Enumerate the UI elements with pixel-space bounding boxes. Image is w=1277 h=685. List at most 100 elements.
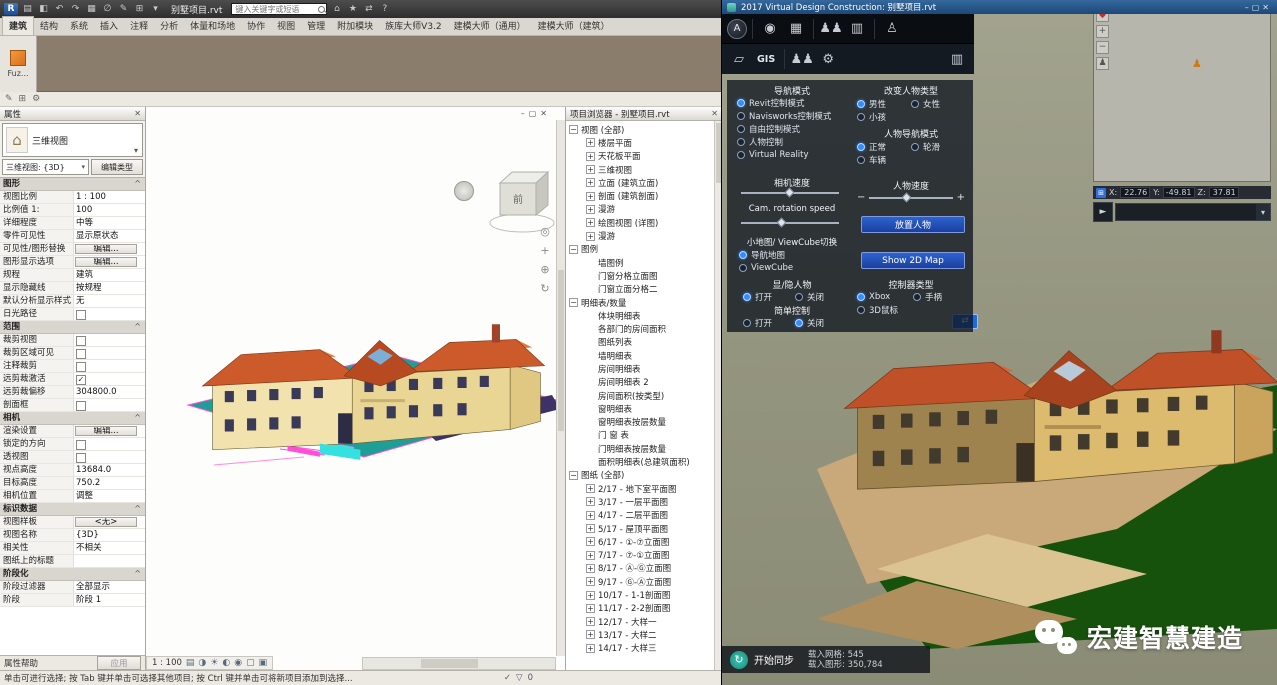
radio-option[interactable]: 手柄: [913, 290, 969, 303]
property-value[interactable]: [74, 334, 145, 346]
close-icon[interactable]: ✕: [540, 109, 551, 118]
crop-visibility-icon[interactable]: ▣: [259, 658, 268, 668]
close-icon[interactable]: ✕: [711, 109, 718, 118]
chevron-down-icon[interactable]: ▾: [134, 146, 139, 156]
property-value[interactable]: 304800.0: [74, 386, 145, 398]
tree-item[interactable]: 面积明细表(总建筑面积): [566, 455, 722, 468]
apply-button[interactable]: 应用: [97, 656, 141, 670]
tree-item[interactable]: 房间明细表: [566, 362, 722, 375]
scale-label[interactable]: 1 : 100: [152, 658, 182, 668]
radio-option[interactable]: Virtual Reality: [737, 148, 851, 161]
radio-option[interactable]: 轮滑: [911, 140, 965, 153]
detail-level-icon[interactable]: ▤: [186, 658, 195, 668]
tree-expander[interactable]: [586, 630, 595, 639]
tree-expander[interactable]: [586, 537, 595, 546]
shadows-icon[interactable]: ◐: [222, 658, 230, 668]
fuzor-launch-button[interactable]: Fuz...: [0, 36, 37, 92]
tree-item[interactable]: 11/17 - 2-2剖面图: [566, 602, 722, 615]
tree-item[interactable]: 三维视图: [566, 163, 722, 176]
tree-item[interactable]: 2/17 - 地下室平面图: [566, 482, 722, 495]
tree-item[interactable]: 图纸 (全部): [566, 469, 722, 482]
tree-item[interactable]: 图例: [566, 243, 722, 256]
radio-option[interactable]: 打开: [743, 316, 795, 329]
chevron-down-icon[interactable]: ▾: [1256, 204, 1270, 220]
tree-expander[interactable]: [569, 245, 578, 254]
check-icon[interactable]: ✓: [504, 673, 511, 683]
close-icon[interactable]: ✕: [1262, 3, 1272, 12]
tree-item[interactable]: 明细表/数量: [566, 296, 722, 309]
minimize-icon[interactable]: –: [1245, 3, 1252, 12]
swap-icon[interactable]: ⇄: [362, 4, 375, 14]
tree-item[interactable]: 窗明细表按层数量: [566, 416, 722, 429]
pan-icon[interactable]: +: [540, 244, 549, 257]
tree-item[interactable]: 门明细表按层数量: [566, 442, 722, 455]
grid-tool-icon[interactable]: ⊞: [19, 94, 27, 104]
dropdown-icon[interactable]: ▾: [149, 4, 162, 14]
tree-item[interactable]: 立面 (建筑立面): [566, 176, 722, 189]
property-value[interactable]: [74, 451, 145, 463]
tree-expander[interactable]: [586, 604, 595, 613]
property-value[interactable]: 编辑...: [75, 244, 137, 254]
ribbon-tab[interactable]: 建筑: [2, 16, 34, 35]
property-value[interactable]: 全部显示: [74, 581, 145, 593]
tree-item[interactable]: 视图 (全部): [566, 123, 722, 136]
zoom-out-button[interactable]: −: [1096, 41, 1109, 54]
property-value[interactable]: 750.2: [74, 477, 145, 489]
wheel-icon[interactable]: ◎: [540, 225, 550, 238]
open-icon[interactable]: ▤: [21, 4, 34, 14]
tree-item[interactable]: 14/17 - 大样三: [566, 642, 722, 655]
slider-thumb[interactable]: [785, 188, 795, 198]
tree-item[interactable]: 门窗立面分格二: [566, 283, 722, 296]
tree-expander[interactable]: [586, 577, 595, 586]
tree-expander[interactable]: [586, 152, 595, 161]
tree-expander[interactable]: [569, 471, 578, 480]
filter-icon[interactable]: ▽: [516, 673, 523, 683]
tree-item[interactable]: 漫游: [566, 229, 722, 242]
vertical-scrollbar[interactable]: [556, 120, 565, 656]
radio-option[interactable]: 关闭: [795, 290, 847, 303]
ribbon-tab[interactable]: 分析: [154, 17, 184, 35]
tree-expander[interactable]: [586, 564, 595, 573]
character-speed-slider[interactable]: [869, 193, 952, 203]
property-value[interactable]: 1 : 100: [74, 191, 145, 203]
camera-icon[interactable]: ◉: [758, 18, 782, 40]
sun-icon[interactable]: ☀: [210, 658, 218, 668]
radio-option[interactable]: Navisworks控制模式: [737, 109, 851, 122]
star-icon[interactable]: ★: [346, 4, 359, 14]
undo-icon[interactable]: ↶: [53, 4, 66, 14]
ribbon-tab[interactable]: 插入: [94, 17, 124, 35]
fuzor-logo-icon[interactable]: A: [727, 19, 747, 39]
edit-type-button[interactable]: 编辑类型: [91, 159, 143, 175]
tree-expander[interactable]: [586, 205, 595, 214]
radio-option[interactable]: 导航地图: [739, 248, 853, 261]
property-value[interactable]: [74, 373, 145, 385]
tree-item[interactable]: 墙明细表: [566, 349, 722, 362]
property-value[interactable]: 编辑...: [75, 257, 137, 267]
tree-item[interactable]: 6/17 - ①-⑦立面图: [566, 535, 722, 548]
tree-item[interactable]: 体块明细表: [566, 309, 722, 322]
minimap-panel[interactable]: ◆ + − ♟ ♟: [1093, 4, 1271, 182]
radio-option[interactable]: Xbox: [857, 290, 913, 303]
tree-item[interactable]: 3/17 - 一层平面图: [566, 495, 722, 508]
maximize-icon[interactable]: ▢: [1252, 3, 1263, 12]
save-icon[interactable]: ◧: [37, 4, 50, 14]
tree-item[interactable]: 8/17 - Ⓐ-Ⓖ立面图: [566, 562, 722, 575]
property-value[interactable]: 不相关: [74, 542, 145, 554]
tree-expander[interactable]: [569, 125, 578, 134]
tree-expander[interactable]: [586, 178, 595, 187]
search-input[interactable]: [235, 5, 315, 14]
radio-option[interactable]: 正常: [857, 140, 911, 153]
ribbon-tab[interactable]: 视图: [271, 17, 301, 35]
property-value[interactable]: 100: [74, 204, 145, 216]
tree-expander[interactable]: [586, 497, 595, 506]
ribbon-tab[interactable]: 管理: [301, 17, 331, 35]
slider-thumb[interactable]: [901, 192, 911, 202]
zoom-icon[interactable]: ⊕: [540, 263, 549, 276]
ribbon-tab[interactable]: 系统: [64, 17, 94, 35]
tree-expander[interactable]: [586, 138, 595, 147]
radio-option[interactable]: 关闭: [795, 316, 847, 329]
tree-item[interactable]: 天花板平面: [566, 150, 722, 163]
fuzor-window-buttons[interactable]: –▢✕: [1245, 3, 1272, 12]
tree-expander[interactable]: [586, 524, 595, 533]
property-value[interactable]: 13684.0: [74, 464, 145, 476]
